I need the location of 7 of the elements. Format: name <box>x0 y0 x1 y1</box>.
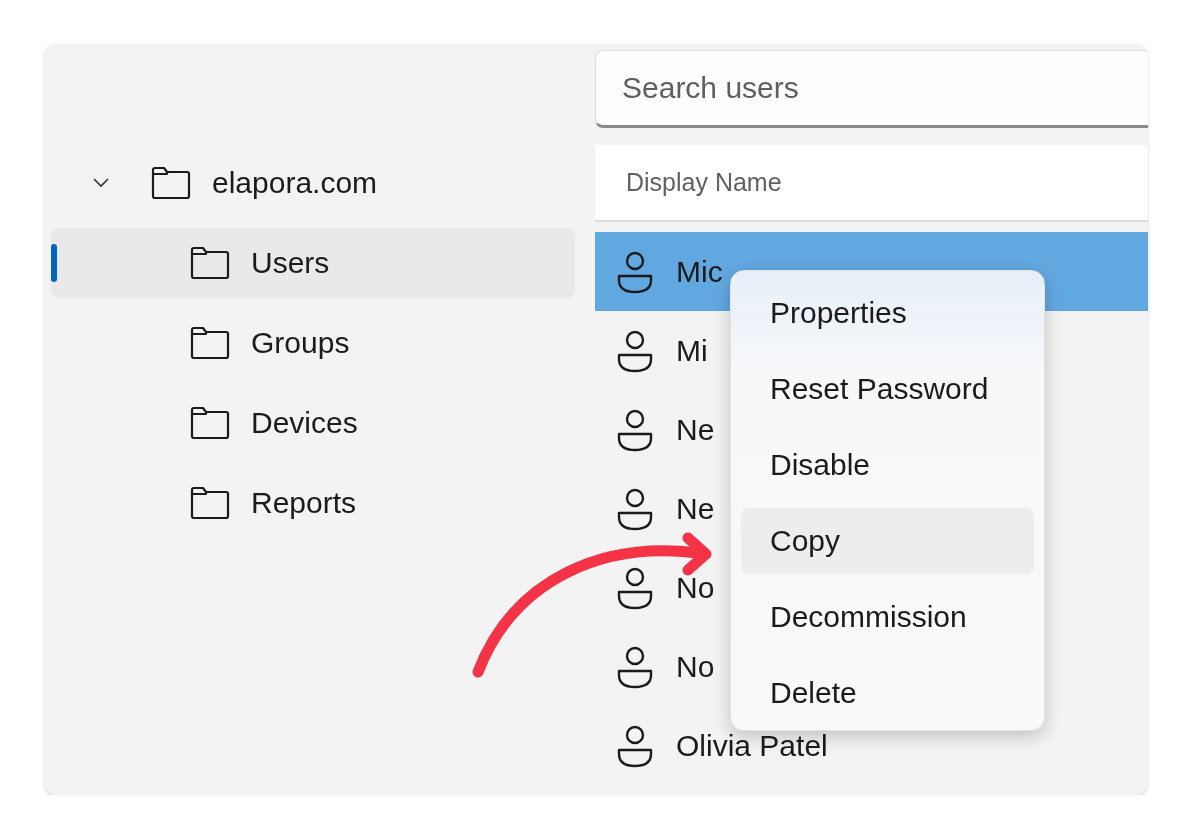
user-name: Olivia Patel <box>676 730 828 761</box>
user-name: No <box>676 651 715 682</box>
user-name: Mi <box>676 335 708 366</box>
user-name: No <box>676 572 715 603</box>
user-name: Mic <box>676 256 723 287</box>
user-name: Ne <box>676 493 715 524</box>
user-name: Ne <box>676 414 715 445</box>
